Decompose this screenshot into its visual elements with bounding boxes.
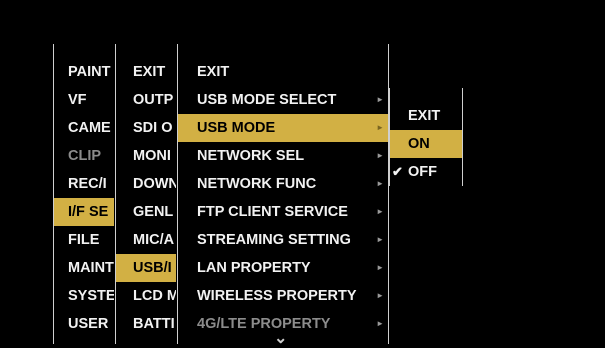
menu2-item[interactable]: DOWN [116,170,176,198]
menu2-item[interactable]: LCD M [116,282,176,310]
menu3-item-label: LAN PROPERTY [197,260,311,276]
menu3-item[interactable]: EXIT [178,58,388,86]
menu3-item[interactable]: USB MODE SELECT ► [178,86,388,114]
menu1-item-label: REC/I [68,176,107,192]
checkmark-icon: ✔ [392,164,403,179]
menu2-item-label: SDI O [133,120,173,136]
menu1-item[interactable]: REC/I [54,170,114,198]
menu2-item-label: MONI [133,148,171,164]
menu2-item[interactable]: OUTP [116,86,176,114]
menu2-item[interactable]: EXIT [116,58,176,86]
menu4-item[interactable]: ON [390,130,462,158]
menu1-item-label: CAME [68,120,111,136]
menu1-item-label: VF [68,92,87,108]
menu-4: EXIT ON OFF ✔ [390,102,462,186]
menu3-item[interactable]: FTP CLIENT SERVICE ► [178,198,388,226]
menu1-item[interactable]: CLIP [54,142,114,170]
menu-1: PAINT VF CAME CLIP REC/I I/F SE FILE MAINT SYSTE… [54,58,114,344]
menu1-item-label: PAINT [68,64,111,80]
menu1-item[interactable]: FILE [54,226,114,254]
menu2-item[interactable]: SDI O [116,114,176,142]
menu3-item-label: NETWORK FUNC [197,176,317,192]
menu2-item[interactable]: BATTI [116,310,176,338]
menu-2: EXIT OUTP SDI O MONI DOWN GENL MIC/A USB/I LCD M… [116,58,176,344]
menu1-item[interactable]: USER [54,310,114,338]
menu2-item-label: DOWN [133,176,176,192]
menu2-item[interactable]: MONI [116,142,176,170]
menu4-item-label: OFF [408,164,437,180]
menu3-item-label: STREAMING SETTING [197,232,351,248]
menu3-item[interactable]: WIRELESS PROPERTY ► [178,282,388,310]
menu2-item-label: OUTP [133,92,174,108]
menu1-item-label: I/F SE [68,204,109,220]
menu3-item-label: FTP CLIENT SERVICE [197,204,348,220]
menu-3: EXIT USB MODE SELECT ► USB MODE ► NETWORK SEL… [178,58,388,344]
menu4-item-label: ON [408,136,430,152]
submenu-arrow-icon: ► [376,291,384,300]
menu2-item[interactable]: USB/I [116,254,176,282]
menu2-item-label: USB/I [133,260,172,276]
menu3-item[interactable]: STREAMING SETTING ► [178,226,388,254]
menu2-item-label: MIC/A [133,232,175,248]
submenu-arrow-icon: ► [376,319,384,328]
menu4-item-label: EXIT [408,108,441,124]
menu2-item-label: BATTI [133,316,175,332]
menu3-item[interactable]: USB MODE ► [178,114,388,142]
menu3-item[interactable]: LAN PROPERTY ► [178,254,388,282]
submenu-arrow-icon: ► [376,95,384,104]
menu1-item[interactable]: I/F SE [54,198,114,226]
menu2-item-label: GENL [133,204,174,220]
menu3-item-label: WIRELESS PROPERTY [197,288,357,304]
menu1-item-label: MAINT [68,260,114,276]
menu1-item-label: SYSTE [68,288,114,304]
menu2-item[interactable]: MIC/A [116,226,176,254]
menu2-item[interactable]: GENL [116,198,176,226]
menu3-item-label: 4G/LTE PROPERTY [197,316,331,332]
divider-6 [462,88,463,186]
menu1-item-label: CLIP [68,148,102,164]
menu4-item[interactable]: EXIT [390,102,462,130]
submenu-arrow-icon: ► [376,151,384,160]
menu2-item-label: EXIT [133,64,166,80]
submenu-arrow-icon: ► [376,207,384,216]
menu1-item[interactable]: SYSTE [54,282,114,310]
menu3-item-label: USB MODE [197,120,276,136]
menu3-item[interactable]: NETWORK FUNC ► [178,170,388,198]
menu3-item[interactable]: NETWORK SEL ► [178,142,388,170]
menu3-item-label: USB MODE SELECT [197,92,337,108]
menu1-item-label: USER [68,316,109,332]
menu1-item[interactable]: PAINT [54,58,114,86]
menu1-item-label: FILE [68,232,100,248]
menu1-item[interactable]: VF [54,86,114,114]
submenu-arrow-icon: ► [376,235,384,244]
submenu-arrow-icon: ► [376,179,384,188]
submenu-arrow-icon: ► [376,123,384,132]
menu1-item[interactable]: CAME [54,114,114,142]
menu3-item-label: NETWORK SEL [197,148,305,164]
menu1-item[interactable]: MAINT [54,254,114,282]
chevron-down-icon[interactable]: ⌄ [274,328,287,348]
menu2-item-label: LCD M [133,288,176,304]
submenu-arrow-icon: ► [376,263,384,272]
menu4-item[interactable]: OFF ✔ [390,158,462,186]
menu3-item-label: EXIT [197,64,230,80]
